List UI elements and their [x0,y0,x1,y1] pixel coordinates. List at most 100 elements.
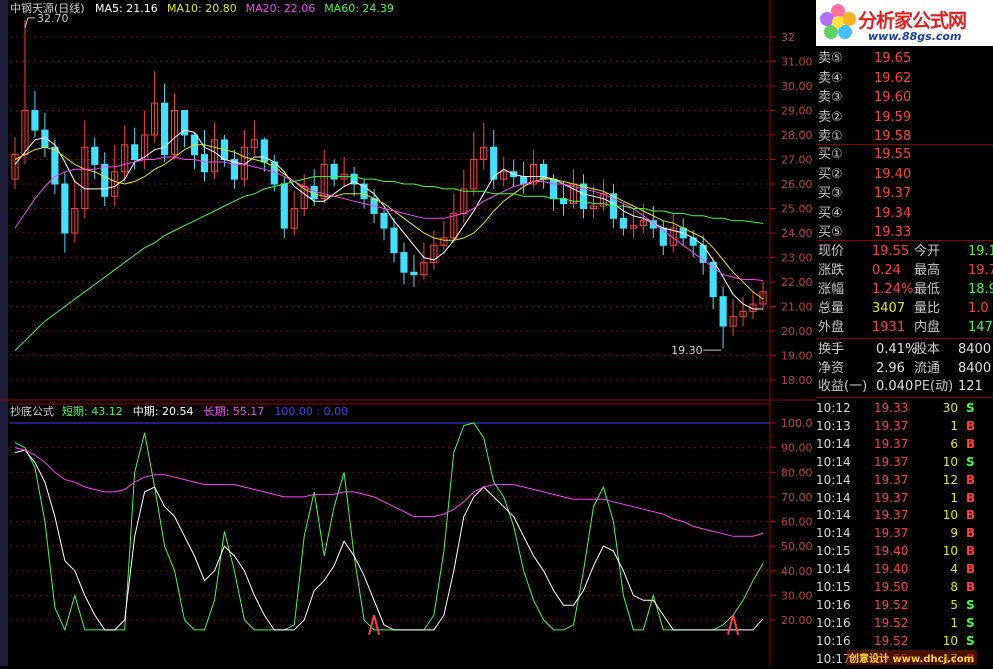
tick-price: 19.37 [874,490,909,505]
fundamental-value: 8400 [958,360,992,376]
tick-row: 10:16 19.52 5 S [816,598,993,615]
bid-label: 买③ [818,186,843,201]
ma-legend-label: MA60: 24.39 [324,2,394,15]
tick-price: 19.52 [874,615,909,630]
quote-row: 涨跌 0.24 最高 19.7 [816,262,993,280]
candle-body [619,217,627,229]
tick-price: 19.37 [874,526,909,541]
tick-side: S [966,615,975,630]
indicator-tick-label: 30.00 [781,589,813,602]
tick-price: 19.37 [874,418,909,433]
indicator-tick-label: 90.00 [781,442,813,455]
tick-volume: 5 [950,597,958,612]
ask-label: 卖⑤ [818,51,843,66]
tick-row: 10:14 19.37 6 B [816,437,993,454]
tick-price: 19.37 [874,472,909,487]
candle-body [131,144,139,161]
bid-price: 19.55 [874,147,912,162]
quote-row: 涨幅 1.24% 最低 18.9 [816,281,993,299]
tick-price: 19.52 [874,597,909,612]
quote-label: 最高 [914,263,941,278]
ask-label: 卖④ [818,70,843,86]
tick-row: 10:14 19.37 9 B [816,526,993,543]
tick-time: 10:14 [816,454,851,469]
tick-time: 10:16 [816,615,851,630]
price-tick-label: 19.00 [781,350,813,363]
tick-side: B [966,472,976,487]
chart-area: 32 31.00 30.00 29.00 28.00 27.00 26.00 25.00 24.… [0,0,816,666]
indicator-tick-label: 70.00 [781,491,813,504]
fundamental-value: 8400 [958,342,992,357]
candle-body [400,252,408,273]
fundamental-label: 股本 [914,342,941,357]
candle-body [380,212,388,229]
site-logo[interactable]: 分析家公式网 www.88gs.com [816,0,993,46]
tick-side: B [966,580,976,594]
panel-separator [816,240,993,241]
quote-label: 量比 [914,301,941,316]
tick-side: B [966,544,976,559]
tick-volume: 10 [942,633,958,648]
tick-volume: 30 [942,401,958,415]
tick-side: B [966,526,976,541]
price-tick-label: 18.00 [781,374,813,387]
price-tick-label: 29.00 [781,105,813,118]
fundamental-label: 收益(一) [818,379,868,394]
quote-label: 内盘 [914,320,941,335]
bid-price: 19.37 [874,186,912,201]
tick-volume: 1 [950,418,958,433]
tick-row: 10:14 19.40 4 B [816,562,993,579]
quote-row: 外盘 1931 内盘 147 [816,319,993,337]
quote-label: 现价 [818,244,845,259]
price-tick-label: 20.00 [781,325,813,338]
candle-body [91,146,99,165]
moving-averages [14,129,764,351]
candle-body [390,227,398,254]
bid-row: 买③ 19.37 [816,185,993,203]
tick-row: 10:15 19.50 8 B [816,580,993,597]
tick-volume: 10 [942,508,958,523]
tick-volume: 1 [950,615,958,630]
tick-volume: 6 [950,436,958,451]
logo-url: www.88gs.com [868,30,962,43]
fundamental-label: 净资 [818,360,845,376]
indicator-tick-label: 20.00 [781,614,813,627]
indicator-legend-label: 100.00 : 0.00 [274,405,348,418]
candle-body [410,271,418,276]
high-marker-line [24,17,35,28]
tick-time: 10:16 [816,597,851,612]
bid-price: 19.34 [874,205,912,221]
low-marker-label: 19.30 [671,344,703,357]
grid-lines [0,0,816,666]
tick-row: 10:16 19.52 1 S [816,616,993,633]
fundamental-value: 2.96 [876,360,905,376]
quote-value: 0.24 [872,263,901,278]
candle-body [280,183,288,229]
tick-price: 19.40 [874,544,909,559]
ask-price: 19.62 [874,70,912,86]
tick-side: B [966,562,976,577]
bid-label: 买④ [818,205,843,221]
indicator-tick-label: 60.00 [781,516,813,529]
price-tick-label: 24.00 [781,227,813,240]
tick-side: B [966,436,976,451]
tick-price: 19.33 [874,401,909,415]
quote-value: 1.24% [872,282,914,297]
ask-row: 卖④ 19.62 [816,70,993,88]
tick-side: S [966,401,975,415]
indicator-title: 抄底公式 [10,404,54,418]
bid-row: 买① 19.55 [816,146,993,164]
tick-side: S [966,597,975,612]
panel-separator [816,338,993,339]
tick-side: B [966,490,976,505]
price-tick-label: 27.00 [781,154,813,167]
tick-side: S [966,633,975,648]
bid-label: 买② [818,166,843,182]
ask-row: 卖⑤ 19.65 [816,50,993,68]
fundamental-value: 0.040 [876,379,914,394]
tick-price: 19.37 [874,436,909,451]
indicator-legend-label: 短期: 43.12 [62,404,123,418]
tick-side: B [966,418,976,433]
tick-row: 10:14 19.37 10 B [816,508,993,525]
indicator-lines [10,422,770,636]
